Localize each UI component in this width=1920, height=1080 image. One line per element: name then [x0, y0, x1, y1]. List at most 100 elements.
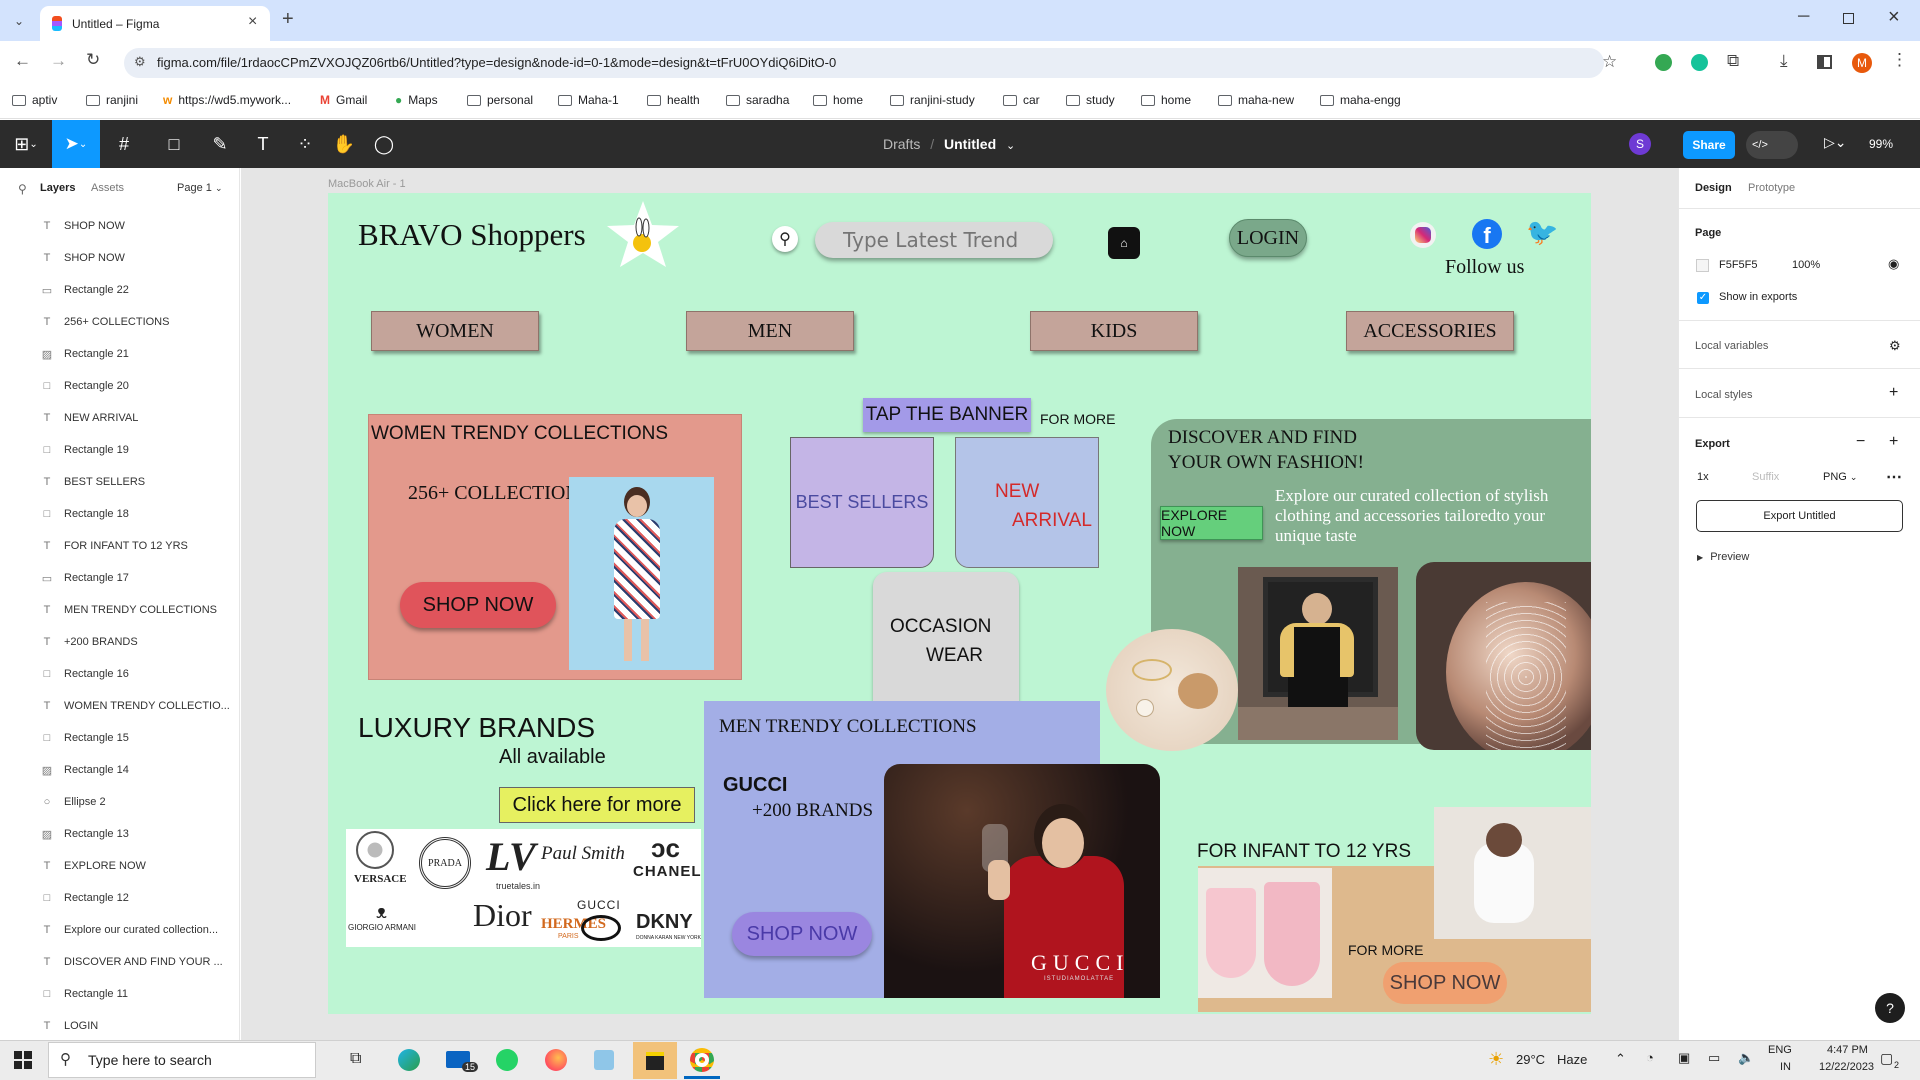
back-icon[interactable]: ←	[14, 51, 31, 71]
tap-banner-label[interactable]: TAP THE BANNER	[863, 398, 1031, 432]
instagram-icon[interactable]	[1410, 222, 1436, 248]
task-view-icon[interactable]: ⧉	[350, 1050, 361, 1068]
comment-tool-icon[interactable]: ◯	[370, 130, 398, 158]
page-color-value[interactable]: F5F5F5	[1719, 259, 1758, 271]
add-export-icon[interactable]: +	[1889, 433, 1898, 451]
new-tab-button[interactable]: +	[282, 8, 294, 31]
layer-row[interactable]: □ Rectangle 16	[0, 658, 240, 690]
layer-row[interactable]: □ Rectangle 18	[0, 498, 240, 530]
move-tool-button[interactable]: ➤ ⌄	[52, 120, 100, 168]
close-window-icon[interactable]: ×	[1888, 6, 1900, 29]
present-icon[interactable]: ▷⌄	[1824, 134, 1847, 151]
bookmark-study[interactable]: study	[1066, 91, 1115, 109]
layer-row[interactable]: T SHOP NOW	[0, 242, 240, 274]
extensions-icon[interactable]: ⧉	[1727, 51, 1739, 71]
search-icon[interactable]: ⚲	[18, 182, 27, 196]
side-panel-icon[interactable]	[1817, 55, 1832, 69]
bookmark-personal[interactable]: personal	[467, 91, 533, 109]
layer-row[interactable]: T Explore our curated collection...	[0, 914, 240, 946]
battery-icon[interactable]: ▭	[1708, 1050, 1720, 1066]
layer-row[interactable]: T +200 BRANDS	[0, 626, 240, 658]
language-line1[interactable]: ENG	[1768, 1044, 1792, 1056]
hand-tool-icon[interactable]: ✋	[330, 130, 358, 158]
tab-assets[interactable]: Assets	[91, 182, 124, 194]
layer-row[interactable]: ▭ Rectangle 22	[0, 274, 240, 306]
export-scale-select[interactable]: 1x	[1697, 471, 1709, 483]
frame-label[interactable]: MacBook Air - 1	[328, 178, 406, 190]
layer-row[interactable]: T SHOP NOW	[0, 210, 240, 242]
bookmark-maha-engg[interactable]: maha-engg	[1320, 91, 1401, 109]
tab-layers[interactable]: Layers	[40, 182, 75, 194]
minimize-icon[interactable]: ─	[1798, 8, 1809, 26]
eye-icon[interactable]: ◉	[1888, 256, 1899, 272]
resources-icon[interactable]: ⁘	[291, 130, 319, 158]
notepad-icon[interactable]	[594, 1050, 614, 1070]
show-exports-checkbox[interactable]: ✓	[1697, 292, 1709, 304]
bookmark-aptiv[interactable]: aptiv	[12, 91, 57, 109]
bookmark-maha-new[interactable]: maha-new	[1218, 91, 1294, 109]
category-accessories-button[interactable]: ACCESSORIES	[1346, 311, 1514, 351]
layer-row[interactable]: T LOGIN	[0, 1010, 240, 1040]
sticky-notes-icon[interactable]	[633, 1042, 677, 1079]
bookmark-gmail[interactable]: M Gmail	[320, 91, 367, 109]
close-tab-icon[interactable]: ×	[248, 13, 257, 31]
dev-mode-toggle[interactable]: </>	[1746, 131, 1798, 159]
category-women-button[interactable]: WOMEN	[371, 311, 539, 351]
rectangle-tool-icon[interactable]: □	[160, 130, 188, 158]
firefox-icon[interactable]	[545, 1049, 567, 1071]
export-suffix-input[interactable]: Suffix	[1752, 471, 1779, 483]
clock-time[interactable]: 4:47 PM	[1827, 1044, 1868, 1056]
bookmark-maha-1[interactable]: Maha-1	[558, 91, 619, 109]
layer-row[interactable]: □ Rectangle 12	[0, 882, 240, 914]
profile-avatar[interactable]: M	[1852, 53, 1872, 73]
explore-now-button[interactable]: EXPLORE NOW	[1160, 506, 1263, 540]
women-shop-now-button[interactable]: SHOP NOW	[400, 582, 556, 628]
extension-green-icon[interactable]	[1655, 54, 1672, 71]
layer-row[interactable]: T WOMEN TRENDY COLLECTIO...	[0, 690, 240, 722]
meet-icon[interactable]: ▣	[1678, 1050, 1690, 1066]
category-men-button[interactable]: MEN	[686, 311, 854, 351]
text-tool-icon[interactable]: T	[249, 130, 277, 158]
layer-row[interactable]: ▨ Rectangle 21	[0, 338, 240, 370]
bookmark-health[interactable]: health	[647, 91, 700, 109]
pen-tool-icon[interactable]: ✎	[206, 130, 234, 158]
frame-tool-icon[interactable]: #	[110, 130, 138, 158]
bookmark-workday[interactable]: w https://wd5.mywork...	[163, 91, 291, 109]
layer-row[interactable]: ▨ Rectangle 14	[0, 754, 240, 786]
edge-icon[interactable]	[398, 1049, 420, 1071]
layer-row[interactable]: T NEW ARRIVAL	[0, 402, 240, 434]
men-shop-now-button[interactable]: SHOP NOW	[732, 912, 872, 956]
home-button[interactable]: ⌂	[1108, 227, 1140, 259]
export-button[interactable]: Export Untitled	[1696, 500, 1903, 532]
whatsapp-icon[interactable]	[496, 1049, 518, 1071]
chrome-icon[interactable]	[690, 1048, 714, 1072]
occasion-wear-card[interactable]: OCCASION WEAR	[873, 572, 1019, 704]
page-select[interactable]: Page 1 ⌄	[177, 182, 222, 194]
main-menu-icon[interactable]: ⊞ ⌄	[8, 130, 44, 158]
volume-icon[interactable]: 🔈	[1738, 1050, 1754, 1066]
click-for-more-button[interactable]: Click here for more	[499, 787, 695, 823]
page-color-swatch[interactable]	[1696, 259, 1709, 272]
bookmark-maps[interactable]: ● Maps	[395, 91, 438, 109]
new-arrival-card[interactable]: NEW ARRIVAL	[955, 437, 1099, 568]
login-button[interactable]: LOGIN	[1229, 219, 1307, 257]
twitter-icon[interactable]: 🐦	[1526, 217, 1558, 248]
bookmark-car[interactable]: car	[1003, 91, 1040, 109]
browser-tab[interactable]: Untitled – Figma ×	[40, 6, 270, 41]
windows-start-icon[interactable]	[14, 1051, 32, 1069]
search-input[interactable]	[815, 222, 1053, 258]
variables-icon[interactable]: ⚙	[1889, 338, 1901, 354]
remove-export-icon[interactable]: −	[1856, 433, 1865, 451]
file-name[interactable]: Untitled	[944, 136, 996, 152]
search-button[interactable]: ⚲	[772, 226, 798, 252]
chevron-down-icon[interactable]: ⌄	[1006, 140, 1015, 152]
layer-row[interactable]: ○ Ellipse 2	[0, 786, 240, 818]
bookmark-home-2[interactable]: home	[1141, 91, 1191, 109]
site-info-icon[interactable]: ⚙	[134, 54, 146, 70]
share-button[interactable]: Share	[1683, 131, 1735, 159]
bookmark-ranjini[interactable]: ranjini	[86, 91, 138, 109]
clock-date[interactable]: 12/22/2023	[1819, 1061, 1874, 1073]
layer-row[interactable]: □ Rectangle 19	[0, 434, 240, 466]
infant-shop-now-button[interactable]: SHOP NOW	[1383, 962, 1507, 1004]
layer-row[interactable]: ▨ Rectangle 13	[0, 818, 240, 850]
